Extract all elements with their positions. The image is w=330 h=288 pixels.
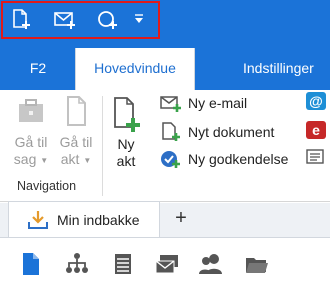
- briefcase-icon: [19, 99, 43, 122]
- add-tab-button[interactable]: +: [172, 207, 190, 229]
- qat-new-approval-button[interactable]: [95, 8, 121, 30]
- goto-act-label-1: Gå til: [59, 134, 93, 150]
- contacts-icon: [199, 254, 222, 274]
- contacts-view-button[interactable]: [198, 251, 224, 277]
- list-view-button[interactable]: [110, 251, 136, 277]
- goto-case-button[interactable]: Gå til sag ▼: [8, 94, 54, 169]
- documents-view-button[interactable]: [18, 251, 44, 277]
- group-divider: [102, 96, 103, 196]
- new-email-icon: [54, 12, 75, 29]
- tab-indstillinger[interactable]: Indstillinger: [243, 48, 330, 90]
- document-icon: [67, 96, 86, 126]
- form-list-icon[interactable]: [306, 148, 326, 166]
- envelope-plus-icon: [160, 96, 181, 112]
- new-act-icon: [114, 97, 140, 132]
- new-approval-icon: [98, 11, 117, 29]
- svg-text:e: e: [312, 122, 320, 138]
- navigation-group-label: Navigation: [17, 179, 77, 193]
- list-icon: [115, 254, 131, 274]
- document-filled-icon: [23, 253, 39, 275]
- folders-view-button[interactable]: [244, 251, 270, 277]
- new-email-button[interactable]: Ny e-mail: [160, 92, 247, 114]
- tab-hovedvindue[interactable]: Hovedvindue: [75, 48, 195, 90]
- goto-act-button[interactable]: Gå til akt ▼: [53, 94, 99, 169]
- new-act-label-1: Ny: [117, 136, 135, 152]
- org-chart-icon: [66, 253, 88, 273]
- new-approval-button[interactable]: Ny godkendelse: [160, 148, 288, 170]
- view-icon-row: [0, 237, 330, 288]
- svg-text:@: @: [309, 93, 323, 109]
- check-circle-icon: [161, 151, 180, 168]
- new-act-label-2: akt: [116, 153, 136, 169]
- qat-new-email-button[interactable]: [52, 8, 78, 30]
- chevron-down-icon: ▼: [40, 155, 49, 165]
- organization-view-button[interactable]: [64, 251, 90, 277]
- goto-act-label-2: akt: [60, 151, 80, 167]
- goto-case-label-2: sag: [13, 151, 37, 167]
- folder-icon: [246, 258, 268, 273]
- ribbon-tab-bar: F2 Hovedvindue Indstillinger: [0, 43, 330, 90]
- e-service-icon[interactable]: e: [306, 121, 326, 139]
- chevron-down-icon: ▼: [83, 155, 92, 165]
- customize-dropdown-icon: [135, 14, 143, 23]
- tab-f2[interactable]: F2: [20, 48, 56, 90]
- mail-view-button[interactable]: [154, 251, 180, 277]
- tab-min-indbakke-label: Min indbakke: [57, 211, 140, 228]
- mail-stack-icon: [155, 255, 178, 274]
- inbox-tray-icon: [28, 210, 48, 229]
- new-document-label: Nyt dokument: [188, 124, 275, 140]
- goto-case-label-1: Gå til: [14, 134, 48, 150]
- tab-min-indbakke[interactable]: Min indbakke: [8, 201, 160, 237]
- new-document-button[interactable]: Nyt dokument: [160, 121, 274, 143]
- new-approval-label: Ny godkendelse: [188, 151, 289, 167]
- document-plus-icon: [162, 122, 180, 141]
- new-act-button[interactable]: Ny akt: [106, 94, 146, 170]
- quick-access-toolbar: [0, 0, 330, 43]
- qat-customize-dropdown[interactable]: [130, 8, 148, 30]
- new-email-label: Ny e-mail: [188, 95, 248, 111]
- at-sign-icon[interactable]: @: [306, 92, 326, 110]
- new-document-icon: [13, 9, 30, 29]
- ribbon-panel: Gå til sag ▼ Gå til akt ▼ Navigation Ny …: [0, 90, 330, 202]
- qat-new-document-button[interactable]: [8, 8, 34, 30]
